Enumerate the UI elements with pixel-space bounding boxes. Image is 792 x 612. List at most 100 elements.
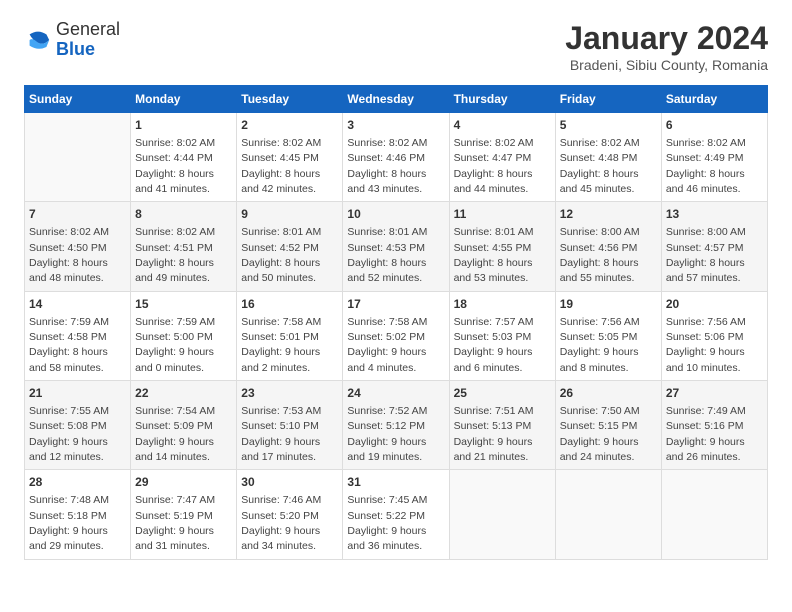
sunset-info: Sunset: 4:48 PM bbox=[560, 152, 638, 164]
day-number: 10 bbox=[347, 206, 444, 223]
calendar-cell: 13 Sunrise: 8:00 AM Sunset: 4:57 PM Dayl… bbox=[661, 202, 767, 291]
calendar-cell: 3 Sunrise: 8:02 AM Sunset: 4:46 PM Dayli… bbox=[343, 113, 449, 202]
calendar-cell: 17 Sunrise: 7:58 AM Sunset: 5:02 PM Dayl… bbox=[343, 291, 449, 380]
day-number: 4 bbox=[454, 117, 551, 134]
sunset-info: Sunset: 5:20 PM bbox=[241, 510, 319, 522]
calendar-cell: 16 Sunrise: 7:58 AM Sunset: 5:01 PM Dayl… bbox=[237, 291, 343, 380]
sunset-info: Sunset: 5:18 PM bbox=[29, 510, 107, 522]
sunset-info: Sunset: 4:45 PM bbox=[241, 152, 319, 164]
day-number: 11 bbox=[454, 206, 551, 223]
calendar-cell: 2 Sunrise: 8:02 AM Sunset: 4:45 PM Dayli… bbox=[237, 113, 343, 202]
calendar-cell: 22 Sunrise: 7:54 AM Sunset: 5:09 PM Dayl… bbox=[131, 381, 237, 470]
daylight-info: Daylight: 8 hours and 48 minutes. bbox=[29, 257, 108, 284]
col-saturday: Saturday bbox=[661, 86, 767, 113]
sunrise-info: Sunrise: 7:47 AM bbox=[135, 494, 215, 506]
calendar-cell bbox=[661, 470, 767, 559]
sunrise-info: Sunrise: 7:56 AM bbox=[560, 316, 640, 328]
logo-blue: Blue bbox=[56, 39, 95, 59]
calendar-cell: 5 Sunrise: 8:02 AM Sunset: 4:48 PM Dayli… bbox=[555, 113, 661, 202]
sunrise-info: Sunrise: 7:50 AM bbox=[560, 405, 640, 417]
calendar-cell: 30 Sunrise: 7:46 AM Sunset: 5:20 PM Dayl… bbox=[237, 470, 343, 559]
sunset-info: Sunset: 5:06 PM bbox=[666, 331, 744, 343]
daylight-info: Daylight: 8 hours and 55 minutes. bbox=[560, 257, 639, 284]
sunset-info: Sunset: 5:22 PM bbox=[347, 510, 425, 522]
sunrise-info: Sunrise: 7:46 AM bbox=[241, 494, 321, 506]
daylight-info: Daylight: 8 hours and 52 minutes. bbox=[347, 257, 426, 284]
calendar-cell: 27 Sunrise: 7:49 AM Sunset: 5:16 PM Dayl… bbox=[661, 381, 767, 470]
day-number: 23 bbox=[241, 385, 338, 402]
col-tuesday: Tuesday bbox=[237, 86, 343, 113]
daylight-info: Daylight: 9 hours and 29 minutes. bbox=[29, 525, 108, 552]
daylight-info: Daylight: 9 hours and 8 minutes. bbox=[560, 346, 639, 373]
sunrise-info: Sunrise: 8:02 AM bbox=[29, 226, 109, 238]
day-number: 26 bbox=[560, 385, 657, 402]
col-thursday: Thursday bbox=[449, 86, 555, 113]
sunset-info: Sunset: 5:08 PM bbox=[29, 420, 107, 432]
calendar-cell bbox=[25, 113, 131, 202]
day-number: 14 bbox=[29, 296, 126, 313]
calendar-cell: 29 Sunrise: 7:47 AM Sunset: 5:19 PM Dayl… bbox=[131, 470, 237, 559]
col-sunday: Sunday bbox=[25, 86, 131, 113]
daylight-info: Daylight: 9 hours and 21 minutes. bbox=[454, 436, 533, 463]
sunrise-info: Sunrise: 7:58 AM bbox=[241, 316, 321, 328]
daylight-info: Daylight: 9 hours and 12 minutes. bbox=[29, 436, 108, 463]
calendar-cell: 11 Sunrise: 8:01 AM Sunset: 4:55 PM Dayl… bbox=[449, 202, 555, 291]
sunrise-info: Sunrise: 8:01 AM bbox=[241, 226, 321, 238]
sunrise-info: Sunrise: 8:02 AM bbox=[666, 137, 746, 149]
day-number: 24 bbox=[347, 385, 444, 402]
daylight-info: Daylight: 9 hours and 4 minutes. bbox=[347, 346, 426, 373]
daylight-info: Daylight: 8 hours and 49 minutes. bbox=[135, 257, 214, 284]
calendar-cell: 20 Sunrise: 7:56 AM Sunset: 5:06 PM Dayl… bbox=[661, 291, 767, 380]
month-title: January 2024 bbox=[565, 20, 768, 57]
day-number: 17 bbox=[347, 296, 444, 313]
sunrise-info: Sunrise: 7:54 AM bbox=[135, 405, 215, 417]
daylight-info: Daylight: 8 hours and 46 minutes. bbox=[666, 168, 745, 195]
calendar-cell: 23 Sunrise: 7:53 AM Sunset: 5:10 PM Dayl… bbox=[237, 381, 343, 470]
calendar-cell: 4 Sunrise: 8:02 AM Sunset: 4:47 PM Dayli… bbox=[449, 113, 555, 202]
day-number: 5 bbox=[560, 117, 657, 134]
sunset-info: Sunset: 5:02 PM bbox=[347, 331, 425, 343]
calendar-cell bbox=[449, 470, 555, 559]
daylight-info: Daylight: 9 hours and 24 minutes. bbox=[560, 436, 639, 463]
calendar-cell: 1 Sunrise: 8:02 AM Sunset: 4:44 PM Dayli… bbox=[131, 113, 237, 202]
sunset-info: Sunset: 4:46 PM bbox=[347, 152, 425, 164]
calendar-week-5: 28 Sunrise: 7:48 AM Sunset: 5:18 PM Dayl… bbox=[25, 470, 768, 559]
calendar-cell: 24 Sunrise: 7:52 AM Sunset: 5:12 PM Dayl… bbox=[343, 381, 449, 470]
daylight-info: Daylight: 9 hours and 31 minutes. bbox=[135, 525, 214, 552]
sunrise-info: Sunrise: 7:53 AM bbox=[241, 405, 321, 417]
daylight-info: Daylight: 9 hours and 34 minutes. bbox=[241, 525, 320, 552]
sunrise-info: Sunrise: 7:59 AM bbox=[135, 316, 215, 328]
sunset-info: Sunset: 4:53 PM bbox=[347, 242, 425, 254]
calendar-cell: 28 Sunrise: 7:48 AM Sunset: 5:18 PM Dayl… bbox=[25, 470, 131, 559]
daylight-info: Daylight: 9 hours and 14 minutes. bbox=[135, 436, 214, 463]
daylight-info: Daylight: 8 hours and 50 minutes. bbox=[241, 257, 320, 284]
sunset-info: Sunset: 5:10 PM bbox=[241, 420, 319, 432]
daylight-info: Daylight: 9 hours and 19 minutes. bbox=[347, 436, 426, 463]
sunset-info: Sunset: 4:57 PM bbox=[666, 242, 744, 254]
day-number: 22 bbox=[135, 385, 232, 402]
daylight-info: Daylight: 9 hours and 26 minutes. bbox=[666, 436, 745, 463]
calendar-cell: 6 Sunrise: 8:02 AM Sunset: 4:49 PM Dayli… bbox=[661, 113, 767, 202]
sunrise-info: Sunrise: 8:02 AM bbox=[560, 137, 640, 149]
sunrise-info: Sunrise: 7:56 AM bbox=[666, 316, 746, 328]
sunset-info: Sunset: 5:09 PM bbox=[135, 420, 213, 432]
title-block: January 2024 Bradeni, Sibiu County, Roma… bbox=[565, 20, 768, 73]
sunset-info: Sunset: 4:55 PM bbox=[454, 242, 532, 254]
sunset-info: Sunset: 5:12 PM bbox=[347, 420, 425, 432]
calendar-week-3: 14 Sunrise: 7:59 AM Sunset: 4:58 PM Dayl… bbox=[25, 291, 768, 380]
sunrise-info: Sunrise: 8:02 AM bbox=[347, 137, 427, 149]
daylight-info: Daylight: 9 hours and 36 minutes. bbox=[347, 525, 426, 552]
header: General Blue January 2024 Bradeni, Sibiu… bbox=[24, 20, 768, 73]
day-number: 30 bbox=[241, 474, 338, 491]
sunset-info: Sunset: 4:56 PM bbox=[560, 242, 638, 254]
sunset-info: Sunset: 4:50 PM bbox=[29, 242, 107, 254]
daylight-info: Daylight: 8 hours and 57 minutes. bbox=[666, 257, 745, 284]
day-number: 7 bbox=[29, 206, 126, 223]
calendar-cell: 15 Sunrise: 7:59 AM Sunset: 5:00 PM Dayl… bbox=[131, 291, 237, 380]
sunset-info: Sunset: 4:47 PM bbox=[454, 152, 532, 164]
daylight-info: Daylight: 8 hours and 45 minutes. bbox=[560, 168, 639, 195]
sunset-info: Sunset: 5:13 PM bbox=[454, 420, 532, 432]
col-monday: Monday bbox=[131, 86, 237, 113]
day-number: 31 bbox=[347, 474, 444, 491]
sunrise-info: Sunrise: 7:57 AM bbox=[454, 316, 534, 328]
